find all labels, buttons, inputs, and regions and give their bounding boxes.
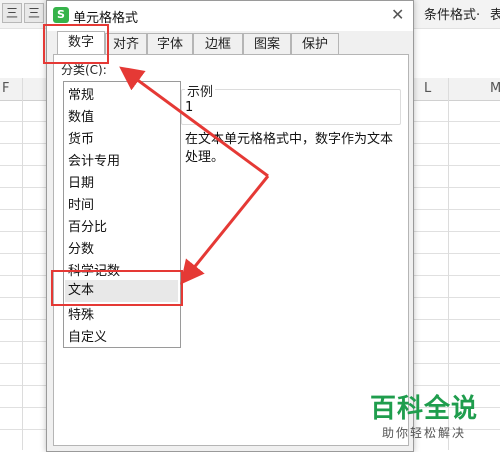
arrow-to-number-tab bbox=[119, 66, 269, 178]
watermark-title: 百科全说 bbox=[370, 394, 479, 424]
watermark-subtitle: 助你轻松解决 bbox=[382, 426, 467, 440]
arrow-to-text-category bbox=[180, 175, 270, 285]
annotation-arrows bbox=[119, 66, 270, 285]
